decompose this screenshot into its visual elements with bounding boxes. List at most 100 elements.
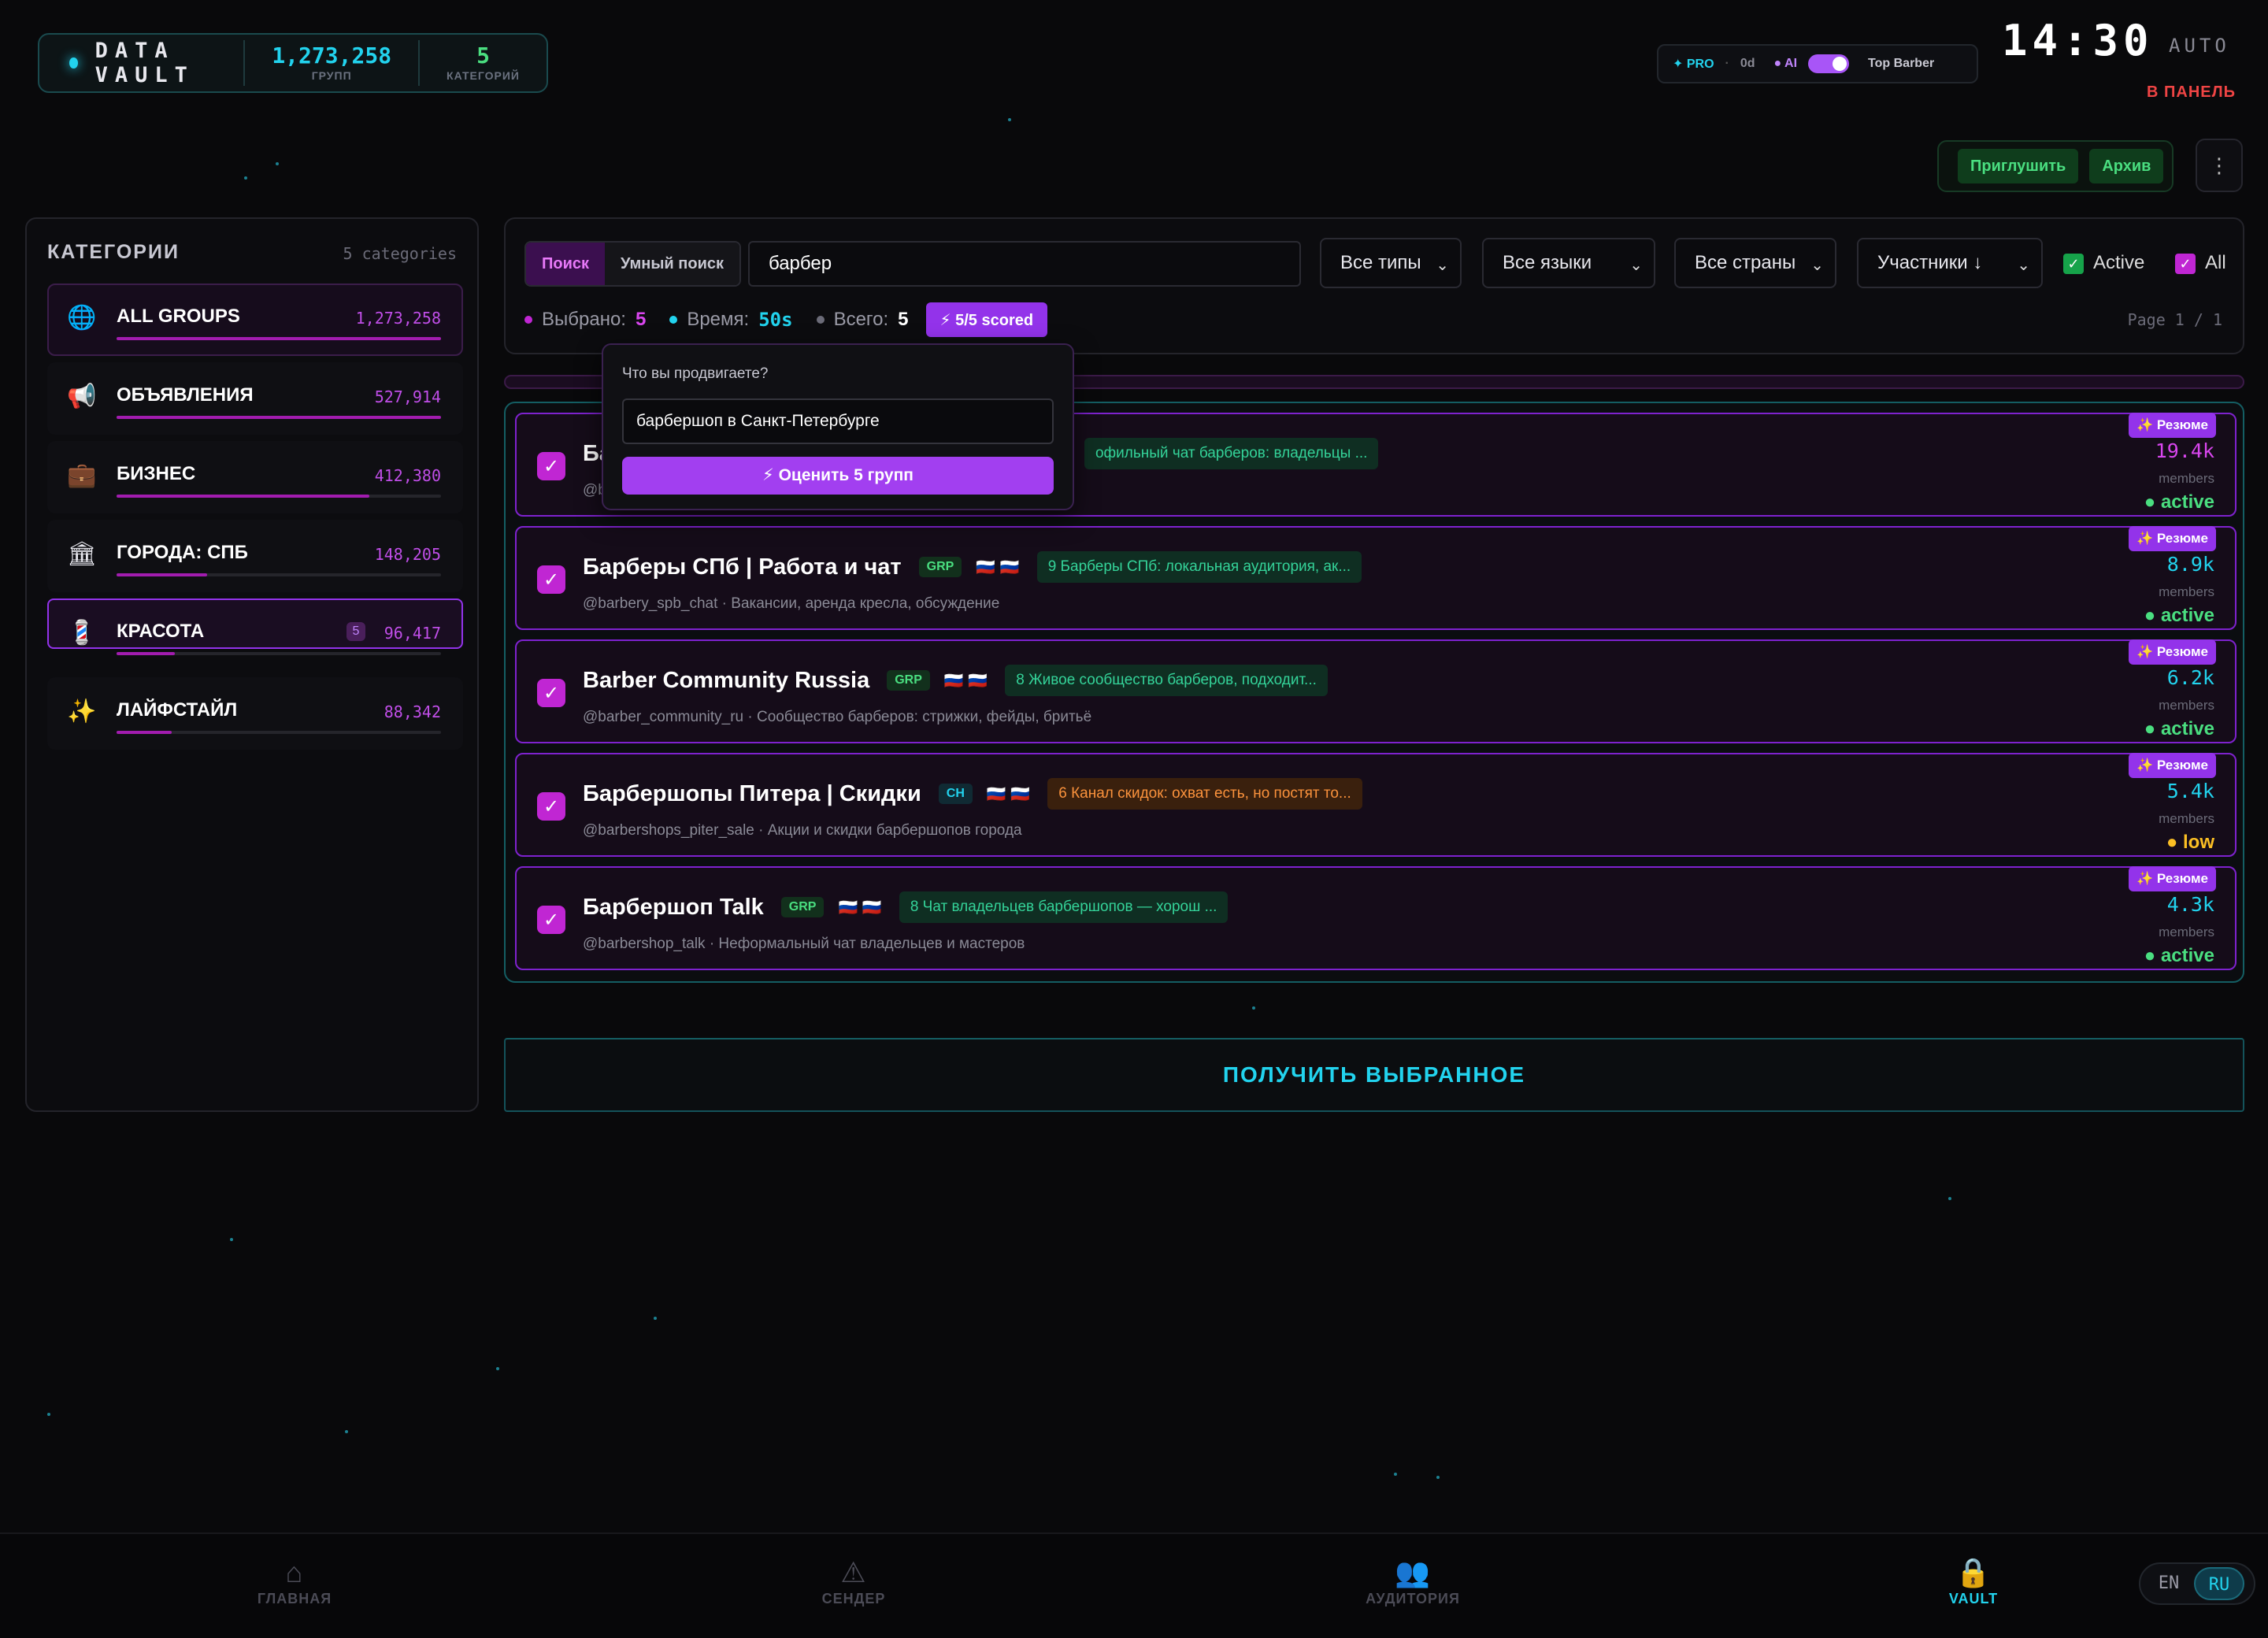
resume-button[interactable]: ✨ Резюме [2128,413,2216,438]
lang-ru-button[interactable]: RU [2194,1567,2244,1600]
more-menu-icon[interactable]: ⋮ [2196,139,2243,192]
row-checkbox[interactable]: ✓ [537,679,565,707]
profile-title[interactable]: Top Barber [1868,57,1934,71]
lock-icon: 🔒 [1955,1556,1992,1588]
sidebar-item-label: ЛАЙФСТАЙЛ [117,699,238,721]
search-input[interactable]: барбер [748,241,1301,287]
send-icon: ⚠ [840,1556,867,1588]
chevron-down-icon: ⌄ [2017,257,2030,274]
promote-input[interactable]: барбершоп в Санкт-Петербурге [622,398,1054,444]
sidebar-item-all-groups[interactable]: 🌐 ALL GROUPS 1,273,258 [47,284,463,356]
nav-label: VAULT [1948,1591,1999,1606]
flags: 🇷🇺 🇷🇺 [986,785,1031,803]
bottom-nav: ⌂ ГЛАВНАЯ ⚠ СЕНДЕР 👥 АУДИТОРИЯ 🔒 VAULT [0,1532,2268,1638]
resume-button[interactable]: ✨ Резюме [2128,526,2216,551]
members-label: members [2159,698,2214,713]
clock-mode[interactable]: AUTO [2169,35,2230,57]
nav-audience[interactable]: 👥 АУДИТОРИЯ [1334,1555,1492,1607]
sidebar-item-count: 412,380 [374,466,441,485]
resume-button[interactable]: ✨ Резюме [2128,753,2216,778]
sidebar-item-business[interactable]: 💼 БИЗНЕС 412,380 [47,441,463,513]
groups-label: ГРУПП [311,69,352,82]
type-tag: GRP [918,557,962,577]
list-item[interactable]: ✓ Барбершоп Talk GRP 🇷🇺 🇷🇺 8 Чат владель… [515,866,2236,970]
building-icon: 🏛 [66,541,98,567]
clock-time: 14:30 [2002,16,2154,65]
language-filter-value: Все языки [1503,252,1592,273]
search-panel: Поиск Умный поиск барбер Все типы ⌄ Все … [504,217,2244,354]
sidebar-item-cities-spb[interactable]: 🏛 ГОРОДА: СПБ 148,205 [47,520,463,592]
megaphone-icon: 📢 [67,384,97,410]
pro-badge: ✦ PRO [1673,57,1714,71]
group-subtitle: @barbershop_talk · Неформальный чат влад… [583,936,1025,952]
sidebar-item-label: БИЗНЕС [117,463,196,484]
briefcase-icon: 💼 [67,462,97,488]
total-label: Всего: [833,309,889,330]
barber-pole-icon: 💈 [67,620,97,646]
resume-button[interactable]: ✨ Резюме [2128,866,2216,891]
nav-label: ГЛАВНАЯ [257,1591,332,1606]
tab-search[interactable]: Поиск [526,243,606,285]
status-badge: ● active [2144,945,2214,966]
sidebar-item-label: ALL GROUPS [117,306,240,327]
flags: 🇷🇺 🇷🇺 [943,672,988,690]
type-filter-select[interactable]: Все типы ⌄ [1320,238,1462,288]
sidebar-item-label: ГОРОДА: СПБ [117,542,248,563]
members-count: 6.2k [2166,666,2214,689]
row-checkbox[interactable]: ✓ [537,792,565,821]
list-item[interactable]: ✓ Барберы СПб | Работа и чат GRP 🇷🇺 🇷🇺 9… [515,526,2236,630]
archive-button[interactable]: Архив [2089,149,2164,183]
members-count: 8.9k [2166,553,2214,576]
sidebar-item-count: 527,914 [374,387,441,406]
all-checkbox[interactable]: ✓ [2175,254,2196,274]
score-badge: 8 Чат владельцев барбершопов — хорош ... [899,891,1228,923]
row-checkbox[interactable]: ✓ [537,452,565,480]
sidebar-item-beauty[interactable]: 💈 КРАСОТА 5 96,417 [47,598,463,655]
scored-badge[interactable]: ⚡ 5/5 scored [925,302,1048,337]
members-label: members [2159,471,2214,486]
list-item[interactable]: ✓ Barber Community Russia GRP 🇷🇺 🇷🇺 8 Жи… [515,639,2236,743]
lang-en-button[interactable]: EN [2144,1567,2194,1600]
ai-toggle[interactable] [1808,54,1850,73]
country-filter-select[interactable]: Все страны ⌄ [1674,238,1836,288]
ai-label: ● AI [1773,57,1798,70]
chevron-down-icon: ⌄ [1629,257,1643,274]
group-name: Barber Community Russia [583,667,870,693]
tab-smart-search[interactable]: Умный поиск [605,243,740,285]
sidebar-item-announcements[interactable]: 📢 ОБЪЯВЛЕНИЯ 527,914 [47,362,463,435]
category-bar [117,337,441,340]
globe-icon: 🌐 [67,305,97,331]
sidebar-item-label: КРАСОТА [117,621,205,642]
sort-select[interactable]: Участники ↓ ⌄ [1857,238,2043,288]
language-filter-select[interactable]: Все языки ⌄ [1482,238,1655,288]
sidebar-count: 5 categories [343,244,458,263]
row-checkbox[interactable]: ✓ [537,906,565,934]
active-checkbox-label: Active [2093,252,2145,273]
row-checkbox[interactable]: ✓ [537,565,565,594]
list-item[interactable]: ✓ Барбершопы Питера | Скидки CH 🇷🇺 🇷🇺 6 … [515,753,2236,857]
categories-sidebar: КАТЕГОРИИ 5 categories 🌐 ALL GROUPS 1,27… [25,217,479,1112]
popup-question: Что вы продвигаете? [622,365,769,382]
nav-home[interactable]: ⌂ ГЛАВНАЯ [216,1555,373,1607]
sidebar-item-count: 1,273,258 [355,309,441,328]
mute-button[interactable]: Приглушить [1958,149,2079,183]
nav-sender[interactable]: ⚠ СЕНДЕР [775,1555,932,1607]
group-subtitle: @barbershops_piter_sale · Акции и скидки… [583,822,1022,839]
sidebar-title: КАТЕГОРИИ [47,241,180,263]
evaluate-groups-button[interactable]: ⚡ Оценить 5 групп [622,457,1054,495]
status-separator: · [1725,57,1729,70]
get-selected-button[interactable]: ПОЛУЧИТЬ ВЫБРАННОЕ [504,1038,2244,1112]
selected-count-badge: 5 [346,622,365,641]
nav-vault[interactable]: 🔒 VAULT [1895,1555,2052,1607]
category-bar [117,495,370,498]
categories-count: 5 [476,43,490,69]
page-indicator: Page 1 / 1 [2127,310,2222,329]
sidebar-item-count: 96,417 [384,624,441,643]
to-panel-link[interactable]: В ПАНЕЛЬ [2147,83,2236,102]
nav-label: АУДИТОРИЯ [1366,1591,1460,1606]
sparkles-icon: ✨ [67,699,97,724]
resume-button[interactable]: ✨ Резюме [2128,639,2216,665]
active-checkbox[interactable]: ✓ [2063,254,2084,274]
sidebar-item-lifestyle[interactable]: ✨ ЛАЙФСТАЙЛ 88,342 [47,677,463,750]
score-badge: 6 Канал скидок: охват есть, но постят то… [1047,778,1362,810]
